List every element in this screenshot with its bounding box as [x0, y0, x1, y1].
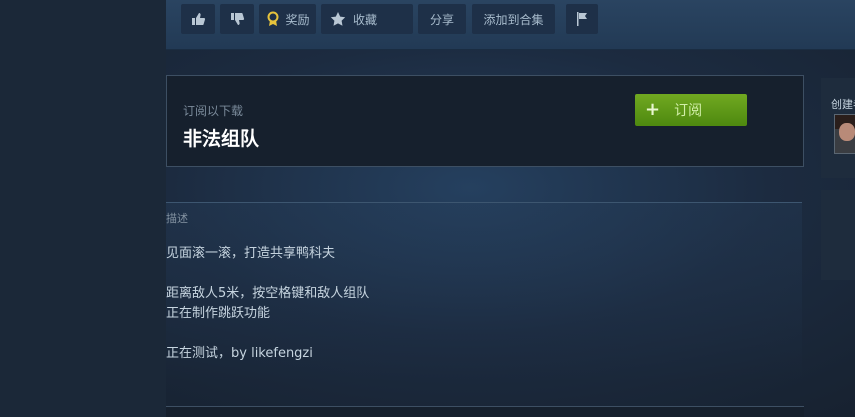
- flag-icon: [577, 12, 587, 26]
- rate-up-button[interactable]: [181, 4, 215, 34]
- description-line: 见面滚一滚，打造共享鸭科夫: [166, 246, 336, 261]
- bottom-panel: [166, 406, 804, 417]
- subscribe-panel: 订阅以下载 非法组队 + 订阅: [166, 75, 804, 167]
- thumbs-up-icon: [192, 13, 206, 25]
- left-background: [0, 0, 166, 417]
- report-button[interactable]: [566, 4, 598, 34]
- description-line: 距离敌人5米，按空格键和敌人组队: [166, 286, 370, 301]
- creator-avatar[interactable]: [834, 114, 855, 154]
- created-by-label: 创建者: [831, 98, 855, 111]
- creator-panel: 创建者: [821, 78, 855, 178]
- favorite-button[interactable]: 收藏: [321, 4, 413, 34]
- subscribe-button[interactable]: + 订阅: [635, 94, 747, 126]
- share-button[interactable]: 分享: [418, 4, 466, 34]
- award-icon: [267, 11, 279, 26]
- subscribe-button-label: 订阅: [674, 103, 703, 119]
- star-icon: [330, 12, 346, 26]
- award-label: 奖励: [285, 12, 310, 27]
- award-button[interactable]: 奖励: [259, 4, 316, 34]
- sidebar-panel: [821, 190, 855, 280]
- description-line: 正在测试，by likefengzi: [166, 346, 313, 361]
- thumbs-down-icon: [231, 13, 245, 25]
- plus-icon: +: [645, 99, 661, 120]
- share-label: 分享: [429, 12, 454, 27]
- description-section: 描述 见面滚一滚，打造共享鸭科夫 距离敌人5米，按空格键和敌人组队 正在制作跳跃…: [166, 202, 802, 380]
- add-to-collection-label: 添加到合集: [483, 12, 544, 27]
- favorite-label: 收藏: [353, 12, 378, 27]
- description-heading: 描述: [166, 212, 188, 225]
- item-title: 非法组队: [183, 128, 260, 150]
- description-line: 正在制作跳跃功能: [166, 306, 271, 321]
- subscribe-label: 订阅以下载: [183, 104, 244, 118]
- add-to-collection-button[interactable]: 添加到合集: [472, 4, 555, 34]
- action-bar: 奖励 收藏 分享 添加到合集: [166, 0, 855, 50]
- rate-down-button[interactable]: [220, 4, 254, 34]
